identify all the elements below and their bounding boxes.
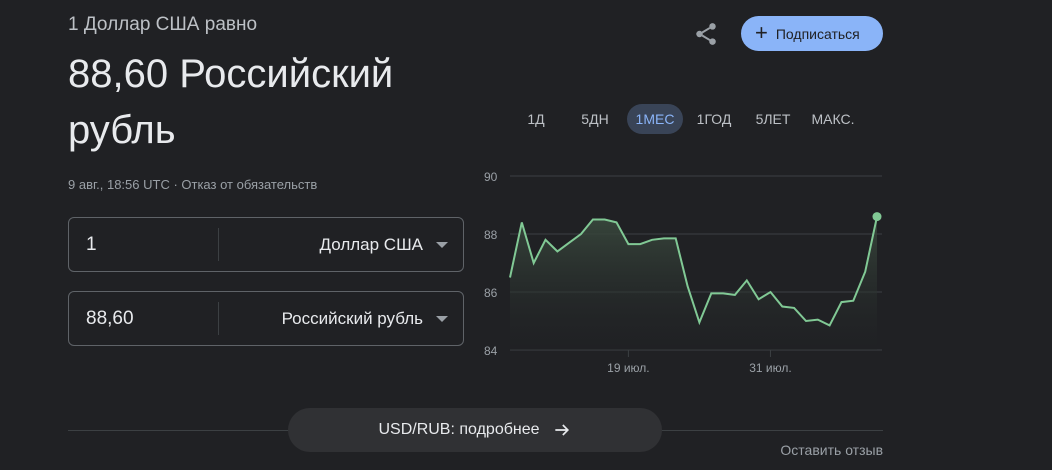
exchange-value: 88,60 Российский рубль — [68, 52, 394, 152]
converter-divider — [218, 228, 219, 261]
y-tick-label: 86 — [484, 286, 498, 300]
chart-x-ticks: 19 июл. 31 июл. — [607, 350, 792, 375]
y-tick-label: 88 — [484, 228, 498, 242]
detail-label: USD/RUB: подробнее — [378, 421, 540, 438]
share-button[interactable] — [692, 20, 720, 48]
converter-from: 1 Доллар США — [68, 217, 464, 272]
feedback-link[interactable]: Оставить отзыв — [780, 442, 883, 458]
y-tick-label: 90 — [484, 170, 498, 184]
subscribe-button[interactable]: + Подписаться — [741, 16, 883, 51]
amount-input-to[interactable]: 88,60 — [86, 292, 134, 345]
chart-area — [510, 216, 877, 350]
subscribe-label: Подписаться — [775, 25, 860, 42]
tab-1d[interactable]: 1Д — [520, 104, 552, 134]
tab-1m[interactable]: 1МЕС — [627, 104, 683, 134]
arrow-right-icon — [552, 420, 572, 440]
amount-input-from[interactable]: 1 — [86, 218, 97, 271]
x-tick-label: 19 июл. — [607, 361, 649, 375]
share-icon — [696, 23, 716, 45]
currency-select-to[interactable]: Российский рубль — [282, 292, 423, 345]
plus-icon: + — [755, 19, 768, 45]
tab-1y[interactable]: 1ГОД — [691, 104, 737, 134]
currency-select-from[interactable]: Доллар США — [320, 218, 423, 271]
timestamp-disclaimer: 9 авг., 18:56 UTC · Отказ от обязательст… — [68, 177, 318, 192]
x-tick-label: 31 июл. — [749, 361, 791, 375]
tab-max[interactable]: МАКС. — [806, 104, 860, 134]
converter-to: 88,60 Российский рубль — [68, 291, 464, 346]
dropdown-caret-icon[interactable] — [436, 242, 448, 248]
y-tick-label: 84 — [484, 344, 498, 358]
converter-divider — [218, 302, 219, 335]
chart-end-dot[interactable] — [872, 212, 882, 222]
exchange-rate-chart[interactable]: 84 86 88 90 19 июл. 31 июл. — [470, 160, 890, 380]
dropdown-caret-icon[interactable] — [436, 316, 448, 322]
tab-5d[interactable]: 5ДН — [574, 104, 616, 134]
subtitle: 1 Доллар США равно — [68, 14, 258, 35]
chart-y-ticks: 84 86 88 90 — [484, 170, 498, 358]
tab-5y[interactable]: 5ЛЕТ — [750, 104, 796, 134]
detail-button[interactable]: USD/RUB: подробнее — [288, 408, 662, 452]
